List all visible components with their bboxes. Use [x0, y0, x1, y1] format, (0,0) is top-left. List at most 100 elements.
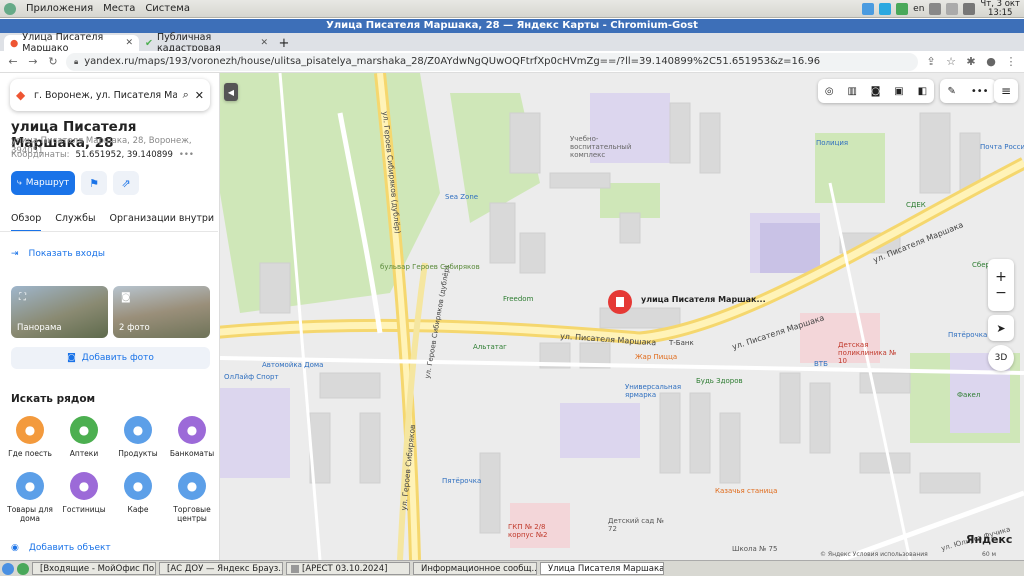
share-button[interactable]: ⇗: [113, 171, 139, 195]
poi-label[interactable]: СДЕК: [906, 201, 926, 209]
add-photo-button[interactable]: ◙ Добавить фото: [11, 347, 210, 369]
add-object-link[interactable]: ◉ Добавить объект: [11, 543, 111, 553]
3d-button[interactable]: 3D: [988, 345, 1014, 371]
tray-app-icon[interactable]: [862, 3, 875, 15]
share-icon[interactable]: ⇪: [924, 55, 938, 68]
poi-label[interactable]: ГКП № 2/8 корпус №2: [508, 523, 563, 539]
coords-value[interactable]: 51.651952, 39.140899: [76, 150, 173, 160]
poi-label[interactable]: Пятёрочка: [442, 477, 481, 485]
show-entrances-link[interactable]: ⇥ Показать входы: [11, 249, 105, 259]
photos-thumbnail[interactable]: ◙ 2 фото: [113, 286, 210, 338]
nearby-category[interactable]: ● Где поесть: [3, 416, 57, 458]
poi-label[interactable]: Альтатаг: [473, 343, 507, 351]
close-icon[interactable]: ✕: [195, 89, 204, 102]
poi-label[interactable]: Freedom: [503, 295, 533, 303]
traffic-icon[interactable]: ◧: [918, 86, 927, 97]
menu-system[interactable]: Система: [145, 3, 190, 14]
reload-icon[interactable]: ↻: [46, 55, 60, 68]
keyboard-layout[interactable]: en: [913, 4, 924, 14]
clock[interactable]: Чт, 3 окт 13:15: [980, 0, 1020, 18]
poi-label[interactable]: Жар Пицца: [635, 353, 677, 361]
tab-orgs-inside[interactable]: Организации внутри: [109, 213, 214, 232]
camera-icon[interactable]: ◙: [871, 86, 881, 97]
poi-label[interactable]: Автомойка Дома: [262, 361, 323, 369]
map-canvas[interactable]: улица Писателя Маршак... ул. Писателя Ма…: [220, 73, 1024, 560]
route-button[interactable]: ⤷ Маршрут: [11, 171, 75, 195]
panorama-thumbnail[interactable]: ⛶ Панорама: [11, 286, 108, 338]
yandex-logo[interactable]: Яндекс: [966, 533, 1012, 546]
poi-label[interactable]: Пятёрочка: [948, 331, 987, 339]
poi-label[interactable]: Детская поликлиника № 10: [838, 341, 898, 365]
tab-yandex-maps[interactable]: ● Улица Писателя Маршако ✕: [4, 32, 139, 54]
menu-applications[interactable]: Приложения: [26, 3, 93, 14]
collapse-panel-button[interactable]: ◀: [224, 83, 238, 101]
ruler-icon[interactable]: ✎: [947, 86, 955, 97]
poi-label[interactable]: Казачья станица: [715, 487, 777, 495]
taskbar: [Входящие - МойОфис По... [АС ДОУ — Яндек…: [0, 560, 1024, 576]
tray-k-icon[interactable]: [879, 3, 892, 15]
browser-menu-icon[interactable]: ⋮: [1004, 55, 1018, 68]
poi-label[interactable]: ВТБ: [814, 360, 828, 368]
taskbar-window-button[interactable]: [АС ДОУ — Яндекс Брауз...: [159, 562, 283, 575]
close-icon[interactable]: ✕: [260, 38, 268, 48]
locate-button[interactable]: ➤: [988, 315, 1014, 341]
nearby-category[interactable]: ● Торговые центры: [165, 472, 219, 523]
extensions-icon[interactable]: ✱: [964, 55, 978, 68]
tray-shield-icon[interactable]: [896, 3, 909, 15]
lock-icon[interactable]: 🔒︎: [74, 57, 78, 67]
search-icon[interactable]: ⌕: [183, 88, 189, 102]
url-bar[interactable]: 🔒︎ yandex.ru/maps/193/voronezh/house/uli…: [66, 52, 918, 71]
taskbar-app-icon[interactable]: [17, 562, 29, 575]
taskbar-window-button[interactable]: [АРЕСТ 03.10.2024]: [286, 562, 410, 575]
taskbar-window-button[interactable]: [Входящие - МойОфис По...: [32, 562, 156, 575]
poi-label[interactable]: Почта России: [980, 143, 1024, 151]
taskbar-window-button[interactable]: Улица Писателя Маршака...: [540, 562, 664, 575]
poi-label[interactable]: ОлЛайф Спорт: [224, 373, 279, 381]
pin-label[interactable]: улица Писателя Маршак...: [641, 295, 766, 304]
nearby-category[interactable]: ● Кафе: [111, 472, 165, 514]
close-icon[interactable]: ✕: [125, 38, 133, 48]
tab-services[interactable]: Службы: [55, 213, 95, 232]
map-footer[interactable]: © Яндекс Условия использования: [820, 551, 928, 558]
bus-icon[interactable]: ▣: [894, 86, 903, 97]
panorama-icon[interactable]: ▥: [847, 86, 856, 97]
new-tab-button[interactable]: +: [274, 35, 294, 51]
forward-icon[interactable]: →: [26, 55, 40, 68]
search-input[interactable]: г. Воронеж, ул. Писателя Маршака: [34, 90, 177, 101]
poi-label[interactable]: Универсальная ярмарка: [625, 383, 695, 399]
shop-icon: ●: [178, 472, 206, 500]
zoom-in-button[interactable]: +: [995, 269, 1007, 285]
nearby-category[interactable]: ● Банкоматы: [165, 416, 219, 458]
os-logo-icon[interactable]: [4, 2, 16, 15]
nearby-category[interactable]: ● Гостиницы: [57, 472, 111, 514]
taskbar-app-icon[interactable]: [2, 562, 14, 575]
bookmark-star-icon[interactable]: ☆: [944, 55, 958, 68]
layers-icon[interactable]: ◎: [825, 86, 834, 97]
tab-overview[interactable]: Обзор: [11, 213, 42, 232]
bookmark-button[interactable]: ⚑: [81, 171, 107, 195]
poi-label[interactable]: Полиция: [816, 139, 848, 147]
zoom-out-button[interactable]: −: [995, 285, 1007, 301]
poi-label[interactable]: Факел: [957, 391, 980, 399]
poi-label[interactable]: Школа № 75: [732, 545, 777, 553]
more-icon[interactable]: •••: [179, 150, 194, 160]
menu-places[interactable]: Места: [103, 3, 135, 14]
tab-cadastre[interactable]: ✔ Публичная кадастровая ✕: [139, 32, 274, 54]
poi-label[interactable]: Sea Zone: [445, 193, 478, 201]
search-box[interactable]: ◆ г. Воронеж, ул. Писателя Маршака ⌕ ✕: [10, 79, 210, 111]
poi-label[interactable]: Будь Здоров: [696, 377, 743, 385]
poi-label[interactable]: Учебно-воспитательный комплекс: [570, 135, 631, 159]
network-icon[interactable]: [946, 3, 959, 15]
battery-icon[interactable]: [963, 3, 976, 15]
nearby-category[interactable]: ● Аптеки: [57, 416, 111, 458]
poi-label[interactable]: Детский сад № 72: [608, 517, 668, 533]
volume-icon[interactable]: [929, 3, 942, 15]
nearby-category[interactable]: ● Продукты: [111, 416, 165, 458]
poi-label[interactable]: Т-Банк: [669, 339, 694, 347]
menu-button[interactable]: ≡: [994, 79, 1018, 103]
taskbar-window-button[interactable]: Информационное сообщ...: [413, 562, 537, 575]
more-icon[interactable]: •••: [971, 86, 989, 97]
nearby-category[interactable]: ● Товары для дома: [3, 472, 57, 523]
back-icon[interactable]: ←: [6, 55, 20, 68]
profile-icon[interactable]: ●: [984, 55, 998, 68]
